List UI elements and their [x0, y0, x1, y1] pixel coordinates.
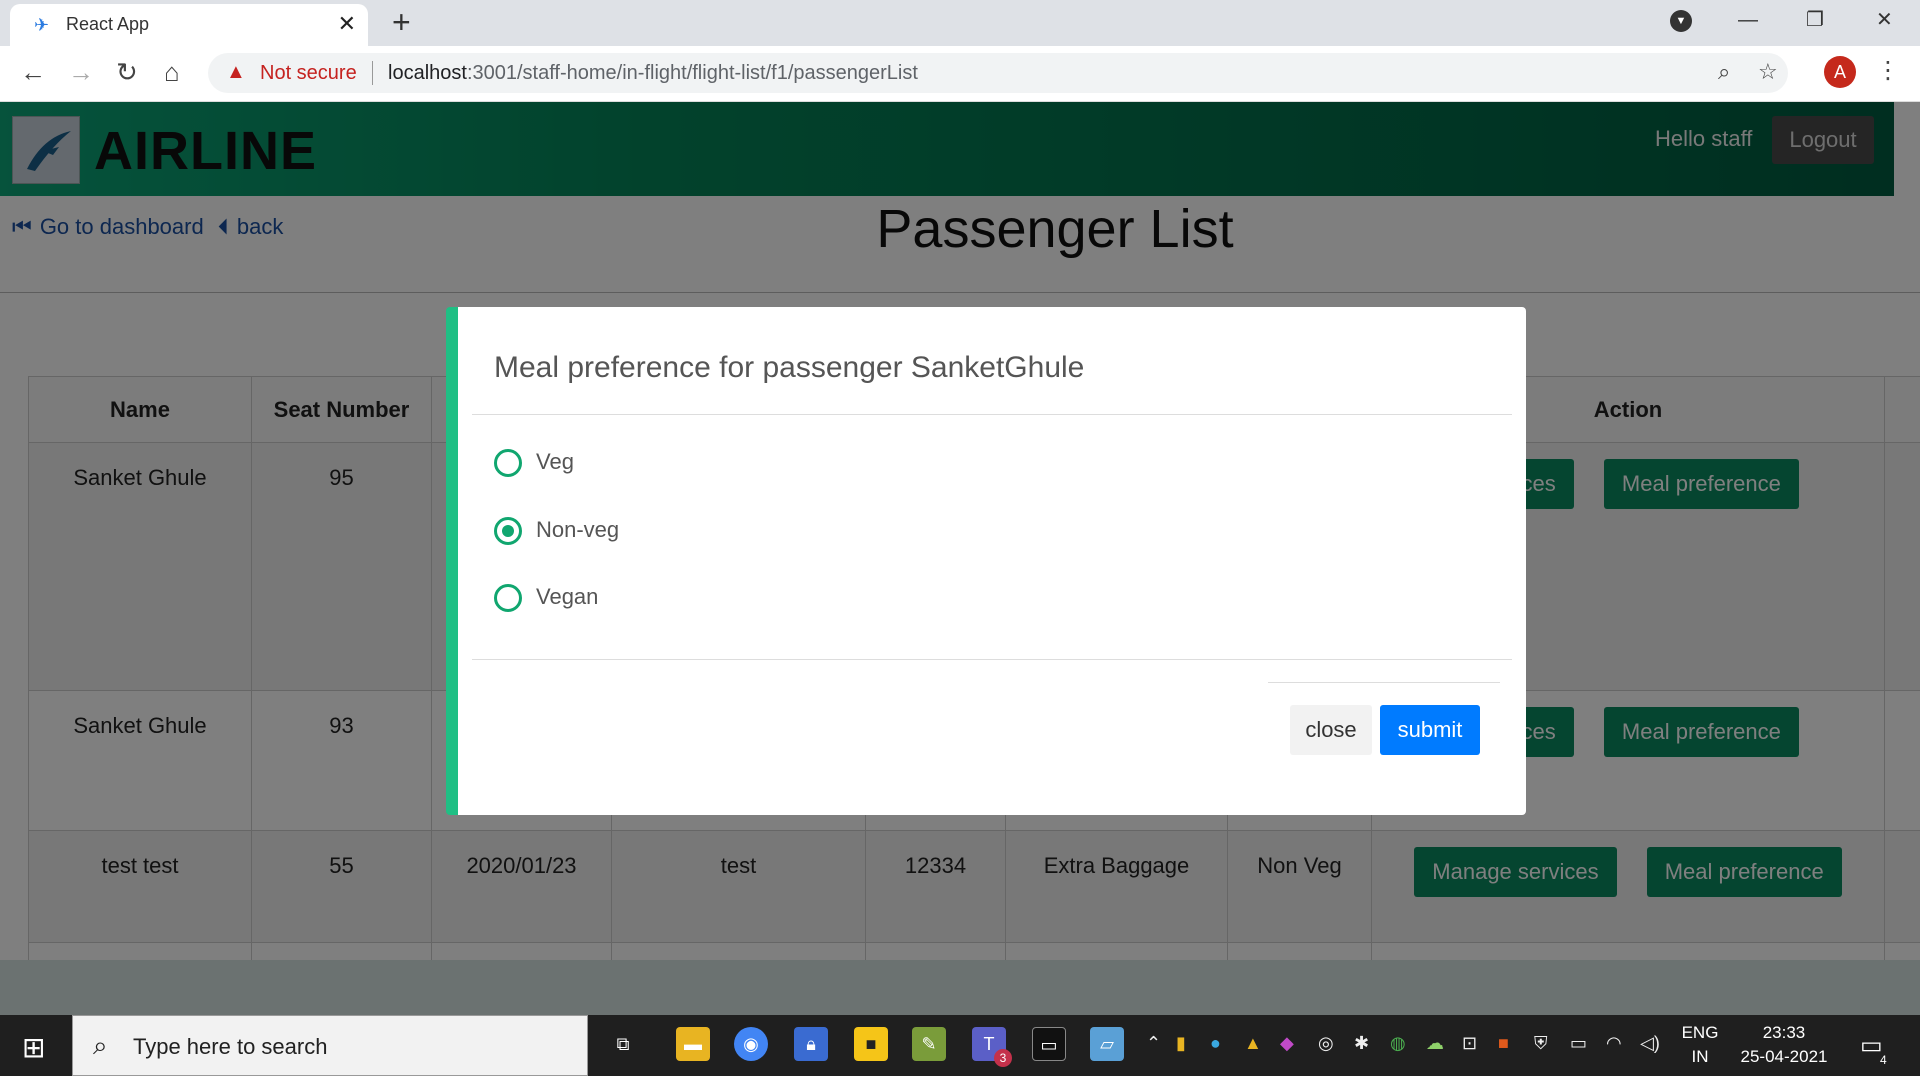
- option-vegan[interactable]: Vegan: [494, 584, 599, 613]
- option-non-veg[interactable]: Non-veg: [494, 517, 620, 546]
- tray-app-icon[interactable]: ■: [1498, 1033, 1509, 1054]
- radio-vegan[interactable]: [494, 584, 522, 613]
- close-tab-icon[interactable]: ✕: [338, 11, 356, 37]
- modal-title: Meal preference for passenger SanketGhul…: [494, 351, 1085, 384]
- url-text[interactable]: localhost:3001/staff-home/in-flight/flig…: [388, 62, 918, 85]
- new-tab-button[interactable]: +: [392, 4, 411, 40]
- window-close-icon[interactable]: ✕: [1876, 0, 1893, 40]
- onedrive-warning-icon[interactable]: ▲: [1244, 1033, 1262, 1054]
- lock-app-icon[interactable]: 🔒︎: [794, 1027, 828, 1061]
- option-non-veg-label: Non-veg: [536, 517, 620, 542]
- submit-button[interactable]: submit: [1380, 705, 1480, 755]
- cloud-icon[interactable]: ☁: [1426, 1033, 1444, 1054]
- reload-icon[interactable]: ↻: [116, 56, 138, 88]
- notepad-icon[interactable]: ▱: [1090, 1027, 1124, 1061]
- app-page: AIRLINE Hello staff Logout ⏮Go to dashbo…: [0, 102, 1920, 1015]
- browser-tab-bar: ✈ React App ✕ + ▼ — ❐ ✕: [0, 0, 1920, 46]
- chrome-icon[interactable]: ◉: [734, 1027, 768, 1061]
- zoom-icon[interactable]: ⌕: [1718, 59, 1730, 85]
- input-language[interactable]: ENG IN: [1678, 1021, 1722, 1069]
- windows-start-icon[interactable]: ⊞: [22, 1031, 45, 1064]
- address-bar[interactable]: ▲ Not secure localhost:3001/staff-home/i…: [208, 53, 1788, 93]
- tray-expand-icon[interactable]: ⌃: [1146, 1033, 1161, 1054]
- close-button[interactable]: close: [1290, 705, 1372, 755]
- notification-count: 4: [1880, 1053, 1887, 1067]
- teams-badge: 3: [994, 1049, 1012, 1067]
- search-placeholder: Type here to search: [133, 1034, 328, 1059]
- windows-taskbar: ⊞ ⌕ Type here to search ⧉ ▬ ◉ 🔒︎ ■ ✎ T 3…: [0, 1015, 1920, 1076]
- terminal-icon[interactable]: ▭: [1032, 1027, 1066, 1061]
- tray-app-icon[interactable]: ◍: [1390, 1033, 1406, 1054]
- sticky-notes-icon[interactable]: ■: [854, 1027, 888, 1061]
- lang-code: ENG: [1681, 1023, 1719, 1042]
- divider: [472, 659, 1512, 660]
- browser-toolbar: ← → ↻ ⌂ ▲ Not secure localhost:3001/staf…: [0, 46, 1920, 102]
- not-secure-label[interactable]: Not secure: [260, 62, 357, 85]
- divider: [1268, 682, 1500, 683]
- wifi-icon[interactable]: ◠: [1606, 1033, 1622, 1054]
- warning-icon: ▲: [226, 61, 246, 83]
- option-veg[interactable]: Veg: [494, 449, 574, 478]
- tray-app-icon[interactable]: ▮: [1176, 1033, 1186, 1054]
- skype-icon[interactable]: ●: [1210, 1033, 1221, 1054]
- volume-icon[interactable]: ◁): [1640, 1033, 1660, 1054]
- react-favicon-icon: ✈: [34, 15, 50, 35]
- system-clock[interactable]: 23:33 25-04-2021: [1734, 1021, 1834, 1069]
- profile-avatar[interactable]: A: [1824, 56, 1856, 88]
- tab-search-icon[interactable]: ▼: [1670, 10, 1692, 32]
- tray-app-icon[interactable]: ◆: [1280, 1033, 1294, 1054]
- meal-preference-modal: Meal preference for passenger SanketGhul…: [446, 307, 1526, 815]
- tray-app-icon[interactable]: ◎: [1318, 1033, 1334, 1054]
- clock-time: 23:33: [1762, 1023, 1806, 1042]
- forward-arrow-icon[interactable]: →: [68, 56, 94, 88]
- settings-gear-icon[interactable]: ✱: [1354, 1033, 1369, 1054]
- restore-icon[interactable]: ❐: [1806, 0, 1824, 40]
- radio-veg[interactable]: [494, 449, 522, 478]
- file-explorer-icon[interactable]: ▬: [676, 1027, 710, 1061]
- taskbar-search[interactable]: ⌕ Type here to search: [72, 1015, 588, 1076]
- lock-icon[interactable]: ⊡: [1462, 1033, 1477, 1054]
- home-icon[interactable]: ⌂: [164, 56, 180, 88]
- task-view-icon[interactable]: ⧉: [606, 1027, 640, 1061]
- bookmark-star-icon[interactable]: ☆: [1758, 59, 1778, 85]
- option-veg-label: Veg: [536, 449, 574, 474]
- url-host: localhost: [388, 62, 467, 84]
- browser-tab[interactable]: ✈ React App ✕: [10, 4, 368, 46]
- url-path: :3001/staff-home/in-flight/flight-list/f…: [466, 62, 918, 84]
- option-vegan-label: Vegan: [536, 584, 599, 609]
- minimize-icon[interactable]: —: [1738, 0, 1758, 40]
- divider: [472, 414, 1512, 415]
- battery-icon[interactable]: ▭: [1570, 1033, 1587, 1054]
- browser-menu-icon[interactable]: ⋮: [1876, 56, 1900, 85]
- radio-non-veg[interactable]: [494, 517, 522, 546]
- lang-region: IN: [1691, 1047, 1709, 1066]
- search-icon: ⌕: [93, 1030, 108, 1060]
- tab-title: React App: [66, 14, 150, 34]
- paint-icon[interactable]: ✎: [912, 1027, 946, 1061]
- security-shield-icon[interactable]: ⛨: [1534, 1033, 1548, 1054]
- clock-date: 25-04-2021: [1740, 1047, 1828, 1066]
- back-arrow-icon[interactable]: ←: [20, 56, 46, 88]
- divider: [372, 61, 373, 85]
